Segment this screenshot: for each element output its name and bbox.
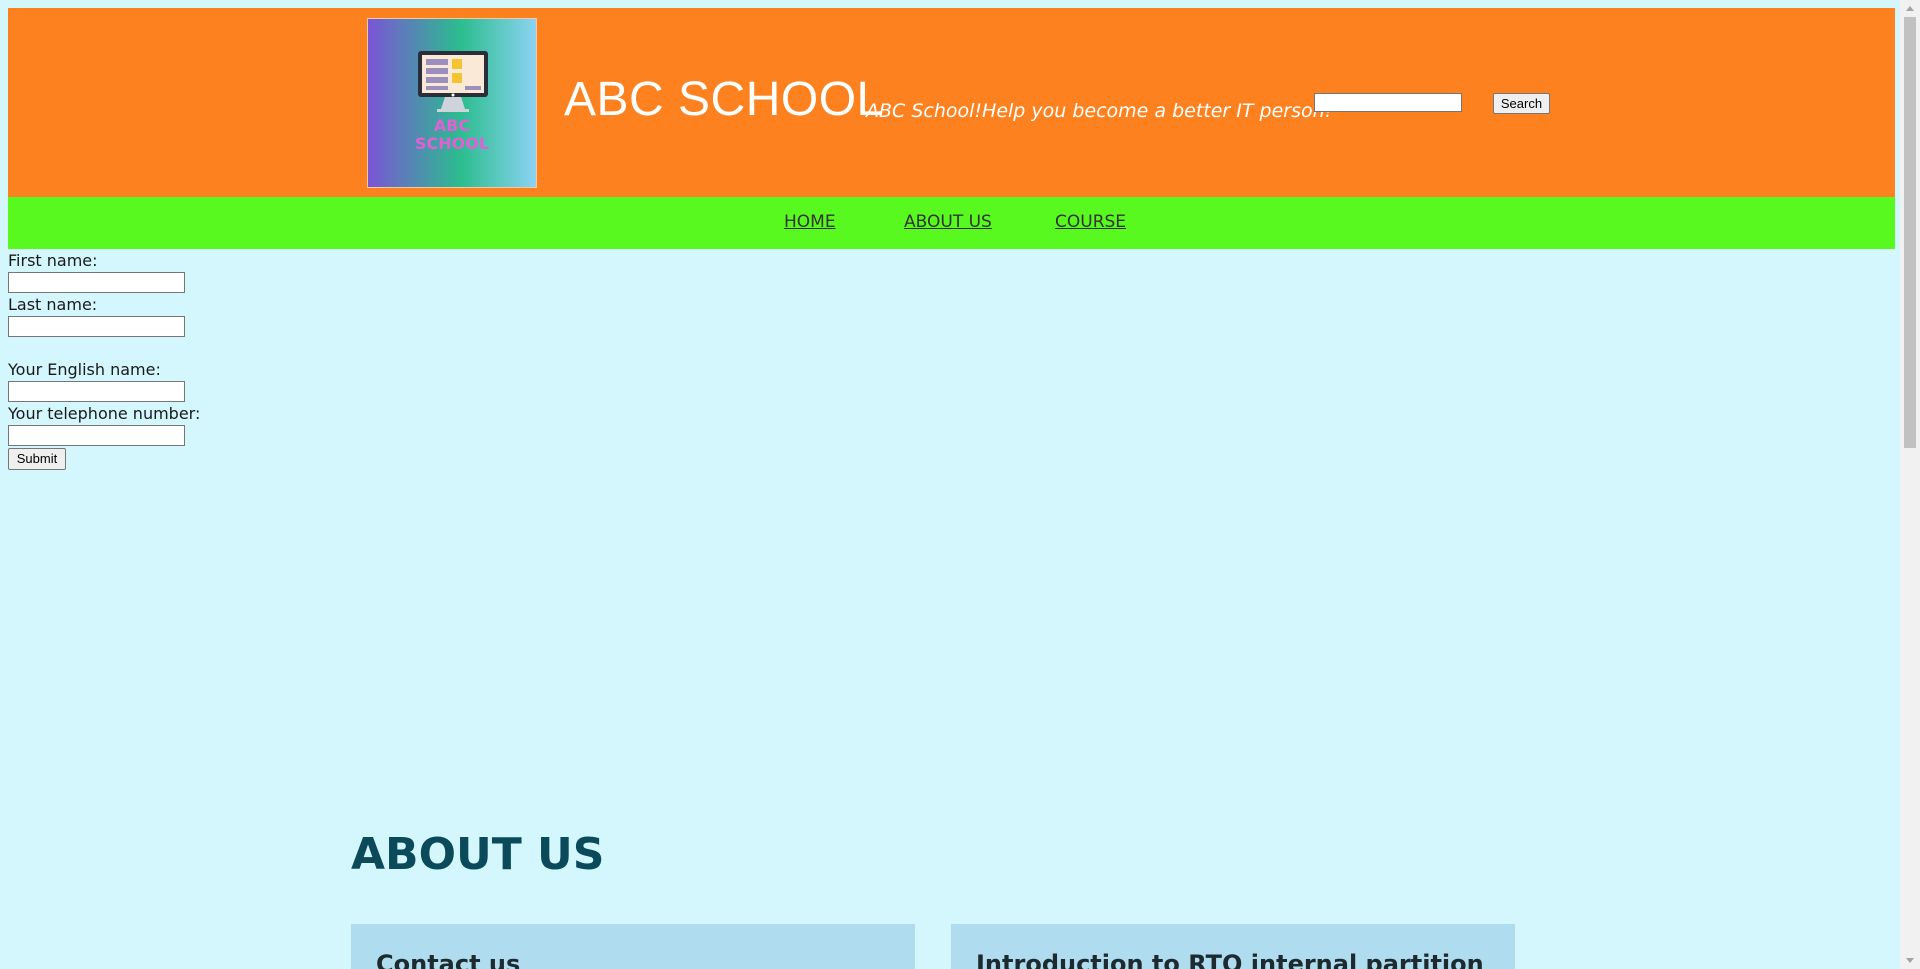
scroll-thumb[interactable]	[1904, 17, 1916, 448]
nav-item-about-us[interactable]: ABOUT US	[904, 212, 992, 232]
submit-button[interactable]: Submit	[8, 448, 66, 470]
nav-item-course[interactable]: COURSE	[1055, 212, 1126, 232]
contact-us-card: Contact us	[351, 924, 915, 969]
slogan: ABC School!Help you become a better IT p…	[866, 100, 1333, 122]
telephone-field[interactable]	[8, 425, 185, 446]
english-name-label: Your English name:	[8, 360, 161, 379]
nav-item-home[interactable]: HOME	[784, 212, 836, 232]
rto-introduction-card: Introduction to RTO internal partition	[951, 924, 1515, 969]
first-name-label: First name:	[8, 251, 98, 270]
site-header: ABC SCHOOL ABC SCHOOL ABC School!Help you…	[8, 8, 1895, 197]
english-name-field[interactable]	[8, 381, 185, 402]
search-input[interactable]	[1314, 93, 1462, 112]
about-us-heading: ABOUT US	[351, 829, 605, 880]
page: ABC SCHOOL ABC SCHOOL ABC School!Help you…	[0, 0, 1900, 969]
first-name-field[interactable]	[8, 272, 185, 293]
scroll-up-icon[interactable]	[1906, 6, 1914, 11]
last-name-label: Last name:	[8, 295, 98, 314]
last-name-field[interactable]	[8, 316, 185, 337]
card-title: Introduction to RTO internal partition	[976, 950, 1484, 969]
search-button[interactable]: Search	[1493, 93, 1550, 114]
telephone-label: Your telephone number:	[8, 404, 201, 423]
site-title: ABC SCHOOL	[564, 73, 884, 126]
scroll-down-icon[interactable]	[1906, 958, 1914, 963]
vertical-scrollbar[interactable]	[1900, 0, 1920, 969]
logo-text: ABC SCHOOL	[414, 116, 490, 153]
card-title: Contact us	[376, 950, 521, 969]
school-logo: ABC SCHOOL	[367, 18, 537, 188]
main-nav: HOME ABOUT US COURSE	[8, 197, 1895, 249]
computer-icon	[418, 51, 488, 112]
